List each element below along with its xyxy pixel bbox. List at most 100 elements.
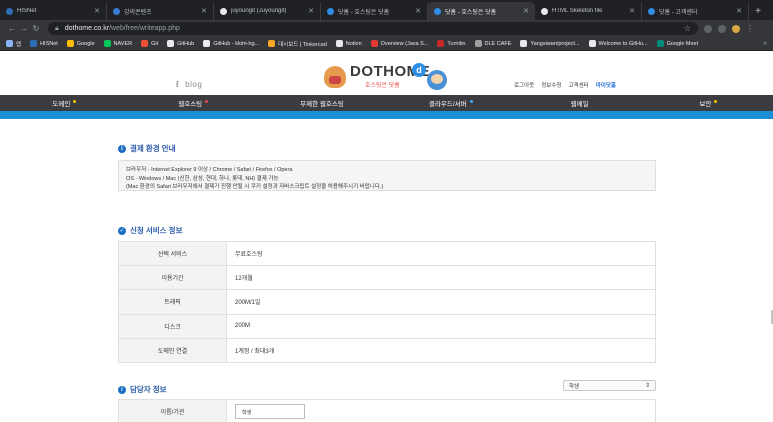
row-value: 200M [226,313,656,339]
logout-link[interactable]: 로그아웃 [514,81,534,89]
bookmark-label: Turnitin [447,40,466,47]
bookmark-item[interactable]: Google [66,40,95,47]
bookmark-label: Google Meet [666,40,699,47]
bookmark-label: DLE CAFE [484,40,512,47]
bookmark-item[interactable]: GitHub - kkim-hg... [203,40,259,47]
close-tab-icon[interactable]: ✕ [415,7,421,15]
nav-item-label: 도메인 [52,101,71,108]
bookmark-label: 대시보드 | Tinkercad [278,41,327,48]
bookmark-favicon-icon [588,40,596,47]
nav-item[interactable]: 웹호스팅 [129,95,258,111]
service-info-title: ✓ 신청 서비스 정보 [118,225,656,236]
bookmark-item[interactable]: NAVER [103,40,132,47]
bookmark-label: Yangsiwan/project... [530,40,580,47]
bookmark-item[interactable]: Git [141,40,158,47]
nav-item[interactable]: 웹메일 [515,95,644,111]
bookmark-item[interactable]: Notion [335,40,362,47]
mascot-left-icon [324,66,346,88]
close-tab-icon[interactable]: ✕ [201,7,207,15]
menu-kebab-icon[interactable]: ⋮ [746,24,754,33]
nav-item[interactable]: 보안 [644,95,773,111]
back-icon[interactable]: ← [6,24,18,33]
bookmark-favicon-icon [474,40,482,47]
my-dothome-link[interactable]: 마이닷홈 [596,81,616,89]
nav-item[interactable]: 무제한 웹호스팅 [258,95,387,111]
manager-info-table: 이름/기관 학생 [118,398,656,422]
bookmark-item[interactable]: 대시보드 | Tinkercad [268,40,327,48]
browser-tab-strip: HISNet ✕ 강의콘텐츠 ✕ juyoungit (Juyoungit) ✕ 닷홈 - … [0,0,773,20]
bookmark-item[interactable]: DLE CAFE [474,40,512,47]
close-tab-icon[interactable]: ✕ [308,7,314,15]
address-bar[interactable]: 🔒︎ dothome.co.kr/web/free/writeapp.php ☆ [48,22,698,35]
blog-label[interactable]: blog [185,80,202,89]
bookmark-item[interactable]: Welcome to GitHu... [588,40,648,47]
browser-tab[interactable]: HTML Skeleton file ✕ [535,2,642,20]
service-info-title-text: 신청 서비스 정보 [130,226,183,235]
bookmark-item[interactable]: GitHub [167,40,194,47]
browser-tab[interactable]: 닷홈 - 호스팅은 닷홈 ✕ [321,2,428,20]
bookmark-label: Overview (Java S... [380,40,429,47]
tab-title: 닷홈 - 호스팅은 닷홈 [445,9,497,16]
more-bookmarks-icon[interactable]: » [763,40,767,47]
close-tab-icon[interactable]: ✕ [523,7,529,15]
table-row: 이름/기관 학생 [118,398,656,422]
nav-item-label: 웹호스팅 [178,101,203,108]
payment-env-title-text: 결제 환경 안내 [130,144,176,153]
info-icon: i [118,144,126,153]
bookmark-item[interactable]: Google Meet [656,40,699,47]
nav-dot-icon [205,99,209,103]
dothome-logo[interactable]: DOTHOME d 호스팅은 닷홈 [322,60,452,92]
profile-avatar[interactable] [732,24,740,33]
row-label: 트래픽 [118,289,227,315]
bookmark-favicon-icon [103,40,111,47]
close-tab-icon[interactable]: ✕ [94,7,100,15]
blog-link[interactable]: f blog [176,80,202,89]
tab-title: 닷홈 - 고객센터 [659,9,698,16]
table-row: 이용기간 12개월 [118,265,656,291]
browser-toolbar: ← → ↻ 🔒︎ dothome.co.kr/web/free/writeapp… [0,20,773,37]
name-org-input[interactable]: 학생 [235,404,305,420]
browser-tab[interactable]: HISNet ✕ [0,2,107,20]
bookmark-item[interactable]: Yangsiwan/project... [520,40,580,47]
bookmark-label: Notion [345,40,362,47]
bookmark-star-icon[interactable]: ☆ [684,24,691,33]
nav-item-label: 웹메일 [570,101,589,108]
reload-icon[interactable]: ↻ [30,24,42,33]
member-type-select[interactable]: 학생 ⇕ [563,380,656,391]
top-links: 로그아웃 정보수정 고객센터 마이닷홈 [514,81,616,89]
payment-env-line: (Mac 환경의 Safari 브라우저에서 결제가 진행 안될 시 쿠키 설정… [126,184,384,190]
bookmark-favicon-icon [167,40,175,47]
payment-env-line: 브라우저 - Internet Explorer 9 이상 / Chrome /… [126,167,293,173]
table-row: 디스크 200M [118,313,656,339]
bookmark-item[interactable]: Overview (Java S... [370,40,429,47]
close-tab-icon[interactable]: ✕ [629,7,635,15]
row-value: 무료호스팅 [226,240,656,267]
forward-icon[interactable]: → [18,24,30,33]
table-row: 트래픽 200M/1일 [118,289,656,315]
browser-tab[interactable]: 강의콘텐츠 ✕ [107,2,214,20]
row-value: 200M/1일 [226,289,656,315]
extension-icon[interactable] [704,24,712,33]
new-tab-button[interactable]: + [751,2,765,20]
browser-tab[interactable]: 닷홈 - 고객센터 ✕ [642,2,749,20]
bookmark-favicon-icon [437,40,445,47]
tab-favicon-icon [648,7,655,15]
bookmark-favicon-icon [370,40,378,47]
extension-icon[interactable] [718,24,726,33]
facebook-icon[interactable]: f [176,80,179,89]
url-host: dothome.co.kr [64,25,110,32]
edit-info-link[interactable]: 정보수정 [541,81,561,89]
close-tab-icon[interactable]: ✕ [736,7,742,15]
nav-item[interactable]: 클라우드/서버 [386,95,515,111]
bookmark-item[interactable]: HISNet [30,40,58,47]
row-value: 12개월 [226,265,656,291]
table-row: 선택 서비스 무료호스팅 [118,240,656,267]
payment-env-box: 브라우저 - Internet Explorer 9 이상 / Chrome /… [118,160,656,191]
bookmark-item[interactable]: 앱 [6,40,21,48]
bookmark-item[interactable]: Turnitin [437,40,466,47]
browser-tab[interactable]: 닷홈 - 호스팅은 닷홈 ✕ [428,2,535,20]
browser-tab[interactable]: juyoungit (Juyoungit) ✕ [214,2,321,20]
nav-item[interactable]: 도메인 [0,95,129,111]
bookmark-label: 앱 [16,41,22,48]
support-link[interactable]: 고객센터 [569,81,589,89]
